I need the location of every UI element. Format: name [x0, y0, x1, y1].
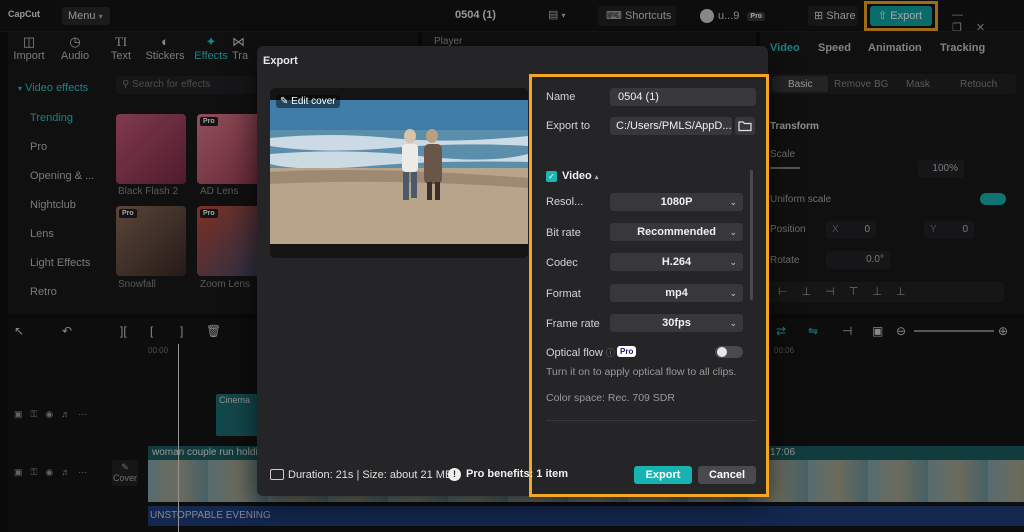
- chevron-down-icon: ⌄: [729, 257, 737, 267]
- codec-label: Codec: [546, 257, 578, 269]
- info-circle-icon: !: [448, 468, 461, 481]
- name-input[interactable]: 0504 (1): [610, 88, 756, 106]
- framerate-value: 30fps: [662, 317, 691, 329]
- resolution-value: 1080P: [660, 196, 693, 208]
- export-button[interactable]: Export: [634, 466, 692, 484]
- name-label: Name: [546, 91, 576, 103]
- chevron-down-icon: ⌄: [729, 197, 737, 207]
- dialog-title: Export: [263, 55, 298, 67]
- info-icon[interactable]: ⓘ: [606, 348, 615, 358]
- edit-cover-label: Edit cover: [291, 96, 336, 107]
- resolution-select[interactable]: 1080P ⌄: [610, 193, 743, 211]
- edit-cover-button[interactable]: ✎ Edit cover: [276, 95, 340, 108]
- chevron-down-icon: ⌄: [729, 288, 737, 298]
- folder-icon: [738, 121, 752, 132]
- optical-flow-toggle[interactable]: [715, 346, 743, 358]
- settings-scrollbar[interactable]: [750, 170, 753, 300]
- format-select[interactable]: mp4 ⌄: [610, 284, 743, 302]
- chevron-down-icon: ⌄: [729, 227, 737, 237]
- video-checkbox[interactable]: ✓: [546, 171, 557, 182]
- export-to-label: Export to: [546, 120, 591, 132]
- framerate-select[interactable]: 30fps ⌄: [610, 314, 743, 332]
- cancel-button[interactable]: Cancel: [698, 466, 756, 484]
- format-label: Format: [546, 288, 581, 300]
- folder-button[interactable]: [735, 117, 755, 135]
- optical-flow-text: Optical flow: [546, 347, 603, 359]
- pro-badge: Pro: [617, 346, 637, 357]
- video-section-label[interactable]: Video ▴: [562, 170, 598, 182]
- resolution-label: Resol...: [546, 196, 584, 208]
- toggle-knob: [717, 347, 727, 357]
- divider: [546, 420, 756, 421]
- summary-text: Duration: 21s | Size: about 21 MB: [288, 469, 453, 481]
- format-value: mp4: [665, 287, 688, 299]
- optical-flow-label: Optical flow ⓘ: [546, 346, 615, 359]
- pro-benefits[interactable]: ! Pro benefits: 1 item: [448, 468, 568, 481]
- codec-select[interactable]: H.264 ⌄: [610, 253, 743, 271]
- bitrate-value: Recommended: [637, 226, 716, 238]
- codec-value: H.264: [661, 256, 692, 268]
- export-summary: Duration: 21s | Size: about 21 MB: [270, 469, 452, 481]
- pencil-icon: ✎: [280, 96, 289, 107]
- beach-thumbnail: [270, 88, 528, 258]
- export-path-input[interactable]: C:/Users/PMLS/AppD...: [610, 117, 732, 135]
- framerate-label: Frame rate: [546, 318, 600, 330]
- optical-flow-hint: Turn it on to apply optical flow to all …: [546, 366, 737, 378]
- color-space-info: Color space: Rec. 709 SDR: [546, 392, 675, 404]
- chevron-up-icon: ▴: [594, 174, 599, 181]
- bitrate-select[interactable]: Recommended ⌄: [610, 223, 743, 241]
- chevron-down-icon: ⌄: [729, 318, 737, 328]
- bitrate-label: Bit rate: [546, 227, 581, 239]
- pro-benefits-text: Pro benefits: 1 item: [466, 468, 569, 480]
- cover-preview[interactable]: [270, 88, 528, 258]
- video-section-text: Video: [562, 170, 592, 182]
- film-icon: [270, 469, 284, 480]
